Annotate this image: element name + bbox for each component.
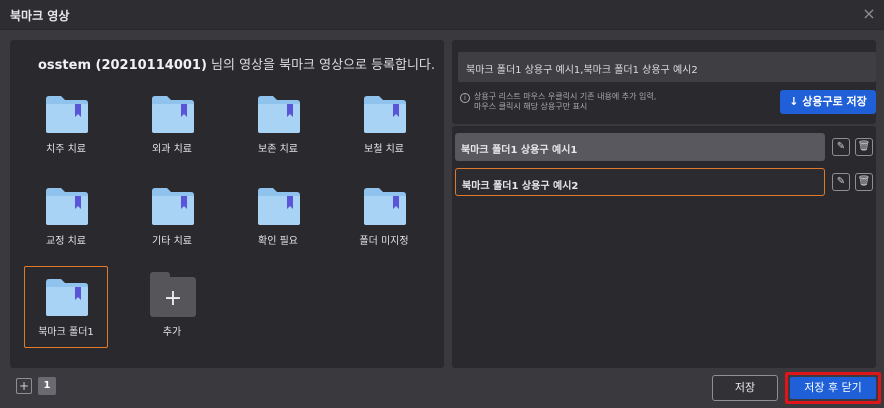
folder-bookmark-icon (44, 94, 90, 134)
folder-bookmark-icon (362, 94, 408, 134)
plus-icon: + (150, 272, 196, 317)
folder-label: 보존 치료 (258, 144, 298, 155)
phrase-list-panel (452, 126, 876, 368)
phrase-input[interactable]: 북마크 폴더1 상용구 예시1,북마크 폴더1 상용구 예시2 (458, 52, 876, 82)
folder-tile[interactable]: 외과 치료 (130, 83, 214, 165)
pencil-icon[interactable]: ✎ (832, 173, 850, 191)
trash-icon[interactable]: 🗑 (855, 173, 873, 191)
phrase-row-selected[interactable]: 북마크 폴더1 상용구 예시2 (455, 168, 825, 196)
add-page-button[interactable]: + (16, 378, 32, 394)
folder-bookmark-icon (150, 94, 196, 134)
folder-label: 확인 필요 (258, 236, 298, 247)
pencil-icon[interactable]: ✎ (832, 138, 850, 156)
folder-label: 교정 치료 (46, 236, 86, 247)
hint-line-1: 상용구 리스트 마우스 우클릭시 기존 내용에 추가 입력, (474, 92, 657, 101)
page-number[interactable]: 1 (38, 377, 56, 395)
heading-text: 님의 영상을 북마크 영상으로 등록합니다. (206, 58, 436, 73)
folder-bookmark-icon (362, 186, 408, 226)
save-and-close-button[interactable]: 저장 후 닫기 (790, 377, 876, 399)
folder-tile[interactable]: 확인 필요 (236, 175, 320, 257)
hint-line-2: 마우스 클릭시 해당 상용구만 표시 (474, 102, 588, 111)
folder-tile[interactable]: 교정 치료 (24, 175, 108, 257)
folder-label: 외과 치료 (152, 144, 192, 155)
add-folder-button[interactable]: + 추가 (130, 266, 214, 348)
folder-bookmark-icon (150, 186, 196, 226)
patient-id: osstem (20210114001) (38, 58, 207, 73)
folder-tile[interactable]: 보존 치료 (236, 83, 320, 165)
folder-label: 폴더 미지정 (359, 236, 409, 247)
panel-heading: osstem (20210114001) 님의 영상을 북마크 영상으로 등록합… (38, 54, 438, 73)
add-folder-label: 추가 (162, 327, 182, 338)
folder-bookmark-icon (44, 277, 90, 317)
save-button[interactable]: 저장 (712, 375, 778, 401)
save-as-phrase-button[interactable]: ↓ 상용구로 저장 (780, 90, 876, 114)
close-icon[interactable]: × (860, 5, 878, 23)
folder-label: 보철 치료 (364, 144, 404, 155)
window-title: 북마크 영상 (10, 9, 70, 23)
trash-icon[interactable]: 🗑 (855, 138, 873, 156)
info-icon: i (460, 93, 470, 103)
title-bar: 북마크 영상 × (0, 0, 884, 30)
save-close-highlight: 저장 후 닫기 (785, 372, 881, 404)
folder-tile[interactable]: 기타 치료 (130, 175, 214, 257)
folder-tile[interactable]: 치주 치료 (24, 83, 108, 165)
folder-label: 치주 치료 (46, 144, 86, 155)
folder-label: 북마크 폴더1 (38, 327, 94, 338)
folder-tile[interactable]: 북마크 폴더1 (24, 266, 108, 348)
folder-bookmark-icon (256, 94, 302, 134)
folder-tile[interactable]: 보철 치료 (342, 83, 426, 165)
folder-bookmark-icon (256, 186, 302, 226)
folder-label: 기타 치료 (152, 236, 192, 247)
folder-bookmark-icon (44, 186, 90, 226)
phrase-row[interactable]: 북마크 폴더1 상용구 예시1 (455, 133, 825, 161)
folder-tile[interactable]: 폴더 미지정 (342, 175, 426, 257)
